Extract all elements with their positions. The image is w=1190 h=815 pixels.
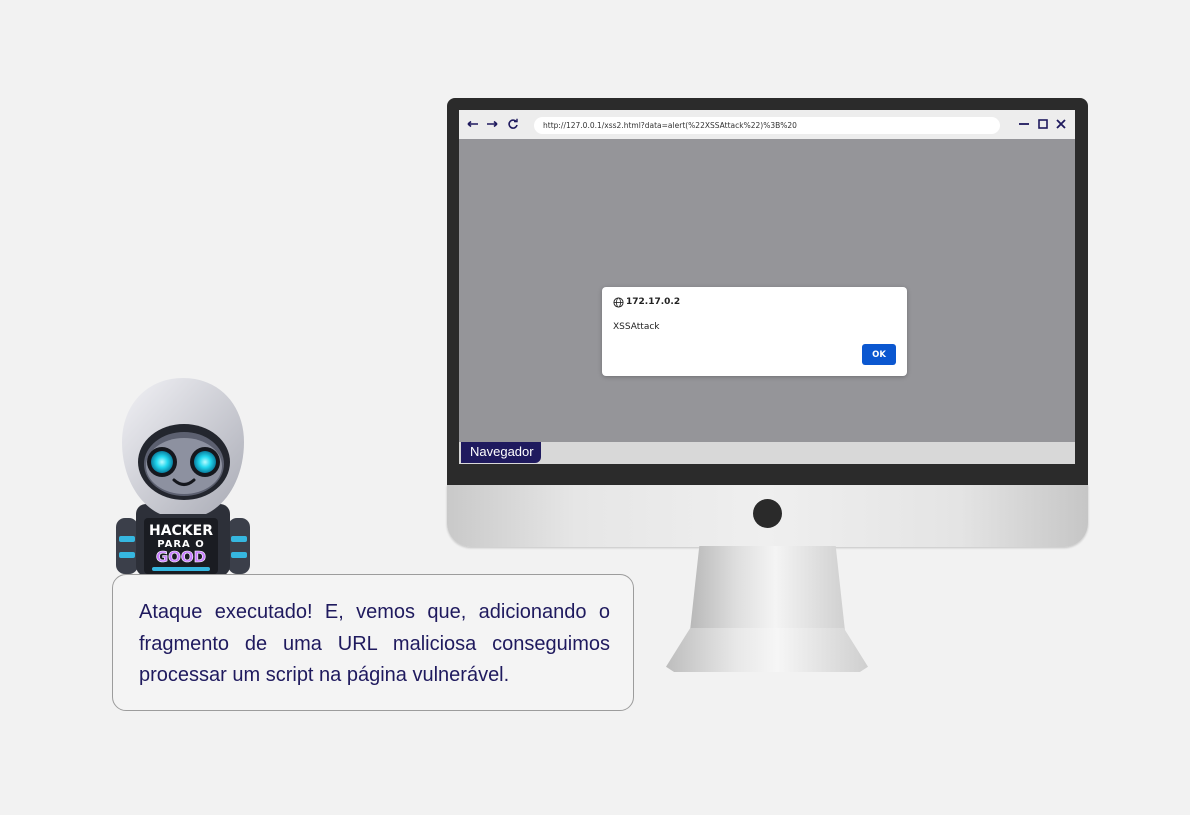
arrow-left-icon[interactable] bbox=[467, 118, 479, 132]
reload-icon[interactable] bbox=[507, 118, 519, 132]
tab-navegador[interactable]: Navegador bbox=[461, 442, 541, 463]
dialog-origin: 172.17.0.2 bbox=[626, 297, 681, 307]
minimize-icon[interactable] bbox=[1018, 118, 1030, 132]
alert-dialog: 172.17.0.2 XSSAttack OK bbox=[602, 287, 907, 376]
address-bar[interactable]: http://127.0.0.1/xss2.html?data=alert(%2… bbox=[534, 117, 1000, 134]
badge-line-1: HACKER bbox=[149, 523, 213, 539]
globe-icon bbox=[613, 297, 624, 311]
hacker-robot-mascot: HACKER PARA O GOOD bbox=[108, 376, 258, 576]
monitor-stand-neck bbox=[690, 546, 845, 631]
browser-tab-bar: Navegador bbox=[459, 442, 1075, 464]
maximize-icon[interactable] bbox=[1037, 118, 1049, 133]
caption-speech-bubble: Ataque executado! E, vemos que, adiciona… bbox=[112, 574, 634, 711]
arrow-right-icon[interactable] bbox=[486, 118, 498, 132]
badge-line-3: GOOD bbox=[156, 548, 206, 566]
browser-window: http://127.0.0.1/xss2.html?data=alert(%2… bbox=[459, 110, 1075, 464]
monitor-stand-base bbox=[666, 628, 868, 672]
monitor-logo-dot bbox=[753, 499, 782, 528]
browser-toolbar: http://127.0.0.1/xss2.html?data=alert(%2… bbox=[459, 110, 1075, 139]
dialog-message: XSSAttack bbox=[613, 322, 660, 332]
caption-text: Ataque executado! E, vemos que, adiciona… bbox=[139, 601, 610, 686]
ok-button[interactable]: OK bbox=[862, 344, 896, 365]
close-icon[interactable] bbox=[1055, 118, 1067, 132]
